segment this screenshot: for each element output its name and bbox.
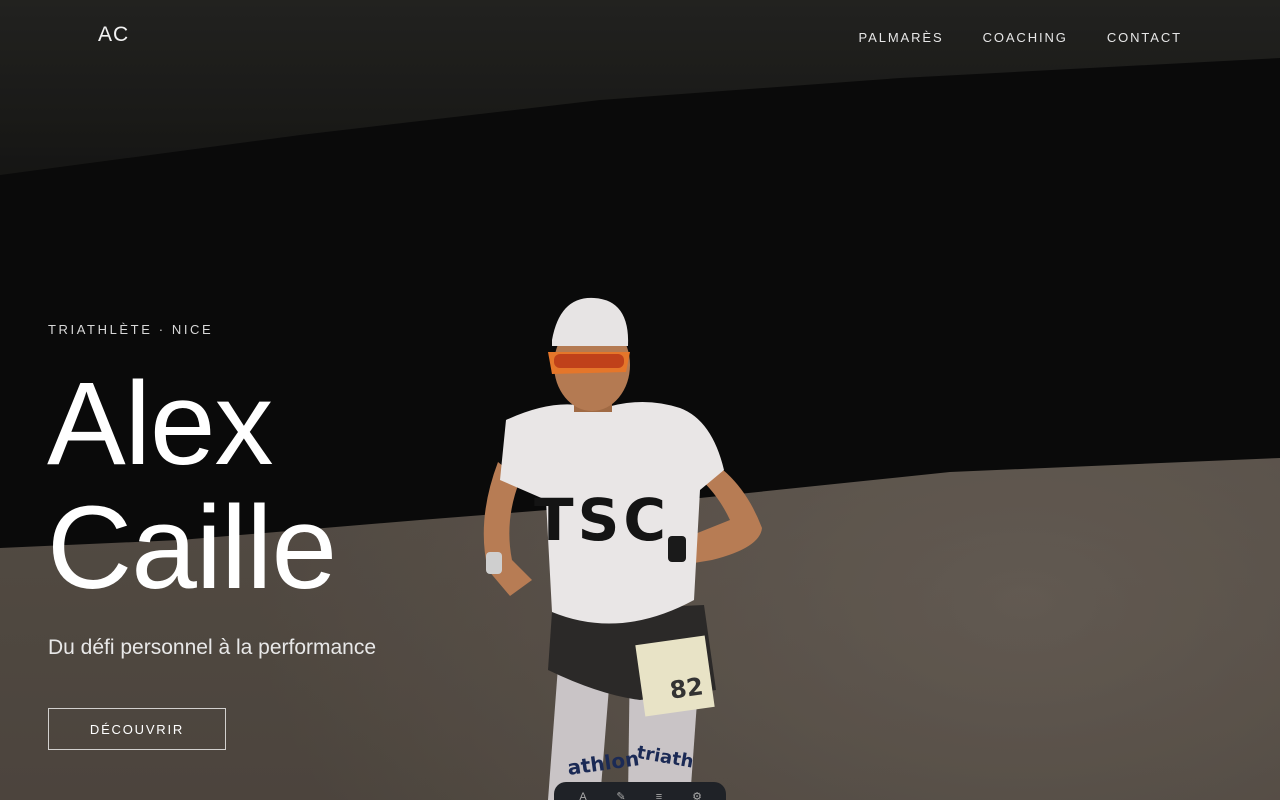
svg-text:82: 82 <box>668 672 705 704</box>
nav-link-coaching[interactable]: COACHING <box>983 30 1068 45</box>
nav-link-contact[interactable]: CONTACT <box>1107 30 1182 45</box>
site-logo[interactable]: AC <box>98 23 129 47</box>
floating-toolbar: A ✎ ≡ ⚙ <box>554 782 726 800</box>
hero-title: Alex Caille <box>47 358 337 614</box>
svg-text:TSC: TSC <box>534 486 670 554</box>
nav-link-palmares[interactable]: PALMARÈS <box>859 30 944 45</box>
hero-title-line-1: Alex <box>47 358 274 490</box>
hero-title-line-2: Caille <box>47 482 337 614</box>
hero-subtitle: Du défi personnel à la performance <box>48 636 377 659</box>
highlight-icon[interactable]: ✎ <box>614 792 628 800</box>
site-header: AC PALMARÈS COACHING CONTACT <box>0 0 1280 76</box>
main-nav: PALMARÈS COACHING CONTACT <box>859 30 1182 45</box>
text-icon[interactable]: A <box>576 792 590 800</box>
gear-icon[interactable]: ⚙ <box>690 792 704 800</box>
list-icon[interactable]: ≡ <box>652 792 666 800</box>
hero-section: athlon triath 82 TSC AC PALMARÈS COACHIN… <box>0 0 1280 800</box>
hero-eyebrow: TRIATHLÈTE · NICE <box>48 322 214 337</box>
discover-button[interactable]: DÉCOUVRIR <box>48 708 226 750</box>
